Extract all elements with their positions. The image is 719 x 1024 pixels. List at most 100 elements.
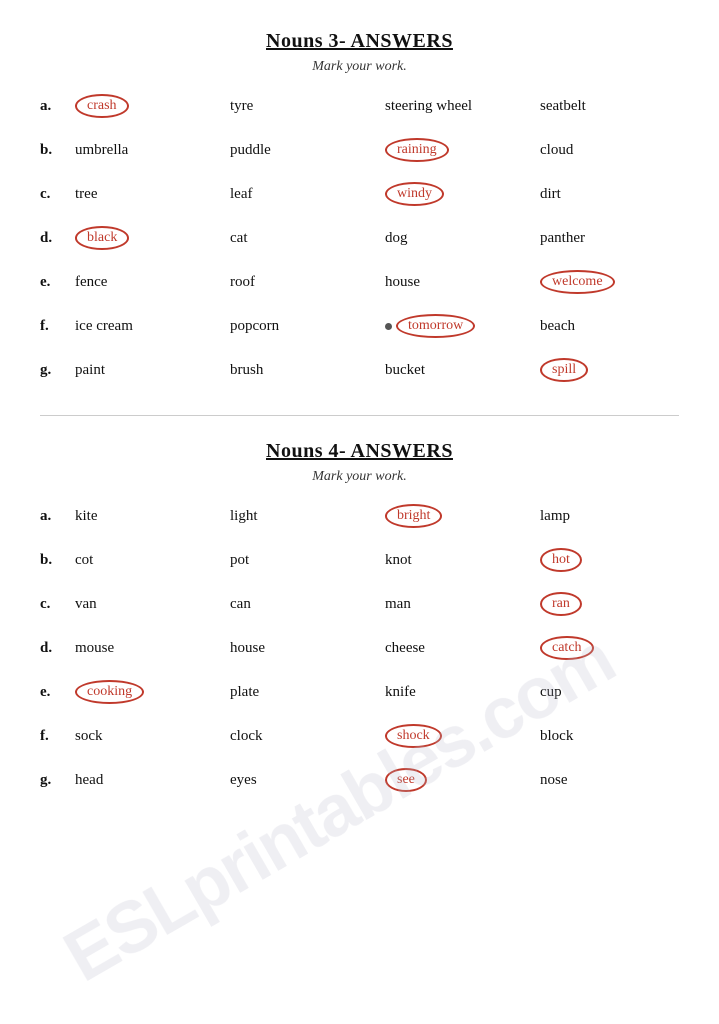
table-row: g. head eyessee nose [40,765,679,795]
row-cols: sockclockshockblock [70,724,690,748]
row-cols: paint brush bucket spill [70,358,690,382]
row-label: b. [40,552,70,569]
row-label: e. [40,684,70,701]
word-text: roof [230,274,255,291]
col-cell: pot [225,548,380,572]
row-label: g. [40,772,70,789]
word-text: cot [75,552,93,569]
col-cell: beach [535,314,690,338]
word-text: tyre [230,98,253,115]
word-text: crash [75,94,129,118]
row-label: d. [40,230,70,247]
word-text: cloud [540,142,573,159]
col-cell: windy [380,182,535,206]
word-text: light [230,508,258,525]
col-cell: light [225,504,380,528]
word-text: puddle [230,142,271,159]
row-cols: ice creampopcorn tomorrow beach [70,314,690,338]
word-text: leaf [230,186,252,203]
col-cell: nose [535,768,690,792]
word-text: dog [385,230,408,247]
word-text: seatbelt [540,98,586,115]
word-text: cheese [385,640,425,657]
word-text: plate [230,684,259,701]
col-cell: paint [70,358,225,382]
word-text: nose [540,772,568,789]
col-cell: brush [225,358,380,382]
col-cell: clock [225,724,380,748]
word-text: umbrella [75,142,128,159]
row-label: e. [40,274,70,291]
col-cell: house [225,636,380,660]
col-cell: catch [535,636,690,660]
section-nouns3: Nouns 3- ANSWERS Mark your work. a.crash… [40,30,679,385]
row-cols: fenceroofhousewelcome [70,270,690,294]
col-cell: tomorrow [380,314,535,338]
col-cell: shock [380,724,535,748]
col-cell: block [535,724,690,748]
col-cell: man [380,592,535,616]
col-cell: tree [70,182,225,206]
word-text: tree [75,186,97,203]
col-cell: see [380,768,535,792]
col-cell: umbrella [70,138,225,162]
word-text: bucket [385,362,425,379]
row-label: a. [40,508,70,525]
word-text: knife [385,684,416,701]
table-row: f.ice creampopcorntomorrowbeach [40,311,679,341]
col-cell: roof [225,270,380,294]
row-label: f. [40,728,70,745]
word-text: brush [230,362,263,379]
word-text: knot [385,552,412,569]
section1-subtitle: Mark your work. [40,59,679,75]
word-text: black [75,226,129,250]
col-cell: house [380,270,535,294]
col-cell: knot [380,548,535,572]
col-cell: cooking [70,680,225,704]
row-label: d. [40,640,70,657]
col-cell: leaf [225,182,380,206]
table-row: c.vancanmanran [40,589,679,619]
col-cell: tyre [225,94,380,118]
col-cell: cup [535,680,690,704]
section2-subtitle: Mark your work. [40,469,679,485]
col-cell: cloud [535,138,690,162]
word-text: catch [540,636,594,660]
col-cell: hot [535,548,690,572]
word-text: see [385,768,427,792]
table-row: b.umbrellapuddlerainingcloud [40,135,679,165]
col-cell: popcorn [225,314,380,338]
table-row: a.crashtyresteering wheelseatbelt [40,91,679,121]
row-cols: cot potknot hot [70,548,690,572]
row-cols: vancanmanran [70,592,690,616]
word-text: ran [540,592,582,616]
table-row: e.fenceroofhousewelcome [40,267,679,297]
section2-rows: a.kitelightbrightlampb.cotpotknothotc.va… [40,501,679,795]
row-cols: treeleafwindydirt [70,182,690,206]
word-text: cooking [75,680,144,704]
col-cell: can [225,592,380,616]
table-row: c.treeleafwindydirt [40,179,679,209]
word-text: cup [540,684,562,701]
word-text: beach [540,318,575,335]
col-cell: crash [70,94,225,118]
row-cols: umbrellapuddlerainingcloud [70,138,690,162]
col-cell: kite [70,504,225,528]
word-text: panther [540,230,585,247]
section-nouns4: Nouns 4- ANSWERS Mark your work. a.kitel… [40,440,679,795]
row-label: c. [40,186,70,203]
word-text: clock [230,728,262,745]
word-text: can [230,596,251,613]
col-cell: ice cream [70,314,225,338]
word-text: head [75,772,103,789]
word-text: house [230,640,265,657]
col-cell: eyes [225,768,380,792]
word-text: spill [540,358,588,382]
word-text: tomorrow [396,314,475,338]
word-text: house [385,274,420,291]
col-cell: seatbelt [535,94,690,118]
col-cell: welcome [535,270,690,294]
col-cell: dog [380,226,535,250]
col-cell: cot [70,548,225,572]
dot-icon [385,323,392,330]
